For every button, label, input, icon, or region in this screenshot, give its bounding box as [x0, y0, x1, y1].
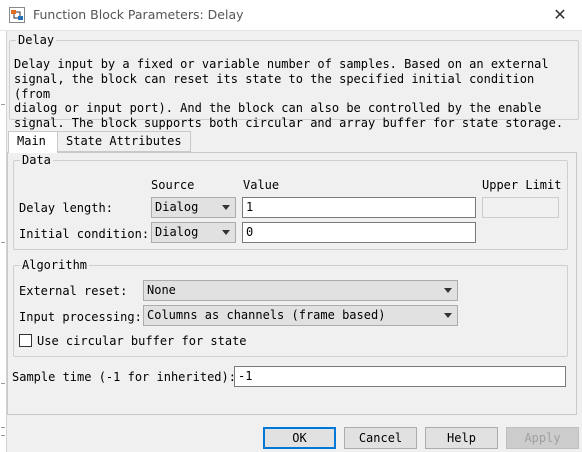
initial-condition-label: Initial condition:	[19, 227, 150, 241]
edge-tick	[1, 435, 5, 436]
sample-time-field[interactable]: -1	[234, 366, 566, 387]
chevron-down-icon	[444, 288, 452, 293]
input-processing-label: Input processing:	[19, 310, 142, 324]
sample-time-label: Sample time (-1 for inherited):	[12, 370, 236, 384]
delay-length-label: Delay length:	[19, 201, 113, 215]
help-button[interactable]: Help	[425, 427, 498, 449]
delay-length-value-field[interactable]: 1	[242, 197, 476, 218]
ok-button[interactable]: OK	[263, 427, 336, 449]
block-description: Delay input by a fixed or variable numbe…	[14, 57, 564, 131]
edge-tick	[1, 383, 5, 384]
data-group-title: Data	[20, 153, 53, 167]
external-reset-label: External reset:	[19, 284, 128, 298]
edge-tick	[1, 104, 5, 105]
block-name-title: Delay	[16, 33, 57, 47]
input-processing-value: Columns as channels (frame based)	[147, 308, 386, 322]
close-icon[interactable]: ✕	[538, 0, 582, 31]
left-edge-strip	[0, 31, 7, 452]
apply-button[interactable]: Apply	[506, 427, 579, 449]
value-column-header: Value	[243, 178, 280, 192]
circular-buffer-label: Use circular buffer for state	[37, 334, 247, 348]
tab-state-attributes[interactable]: State Attributes	[57, 131, 191, 152]
chevron-down-icon	[444, 313, 452, 318]
external-reset-dropdown[interactable]: None	[143, 280, 458, 301]
initial-condition-source-dropdown[interactable]: Dialog	[151, 222, 236, 243]
circular-buffer-checkbox[interactable]	[19, 334, 32, 347]
source-column-header: Source	[151, 178, 195, 192]
algorithm-group-title: Algorithm	[20, 258, 90, 272]
upper-limit-field	[482, 197, 559, 218]
title-bar: Function Block Parameters: Delay ✕	[0, 0, 582, 31]
delay-length-source-value: Dialog	[155, 200, 199, 214]
initial-condition-value-field[interactable]: 0	[242, 222, 476, 243]
chevron-down-icon	[222, 205, 230, 210]
window-title: Function Block Parameters: Delay	[33, 7, 244, 22]
cancel-button[interactable]: Cancel	[344, 427, 417, 449]
delay-length-source-dropdown[interactable]: Dialog	[151, 197, 236, 218]
tab-main[interactable]: Main	[8, 131, 58, 153]
upper-limit-column-header: Upper Limit	[482, 178, 562, 192]
external-reset-value: None	[147, 283, 176, 297]
simulink-app-icon	[9, 7, 25, 23]
chevron-down-icon	[222, 230, 230, 235]
initial-condition-source-value: Dialog	[155, 225, 199, 239]
edge-tick	[1, 427, 5, 428]
edge-tick	[1, 242, 5, 243]
input-processing-dropdown[interactable]: Columns as channels (frame based)	[143, 305, 458, 326]
